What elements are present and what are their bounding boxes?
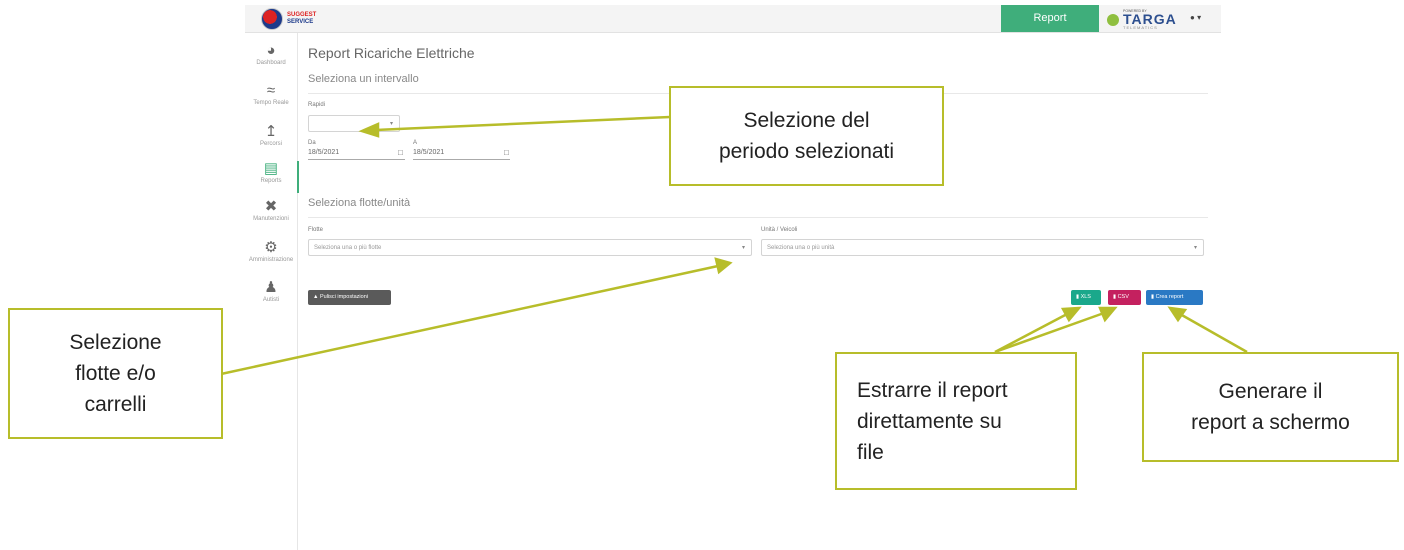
callout-period: Selezione del periodo selezionati	[669, 86, 944, 186]
arrowhead	[358, 122, 380, 138]
arrow-csv	[994, 311, 1105, 354]
callout-export: Estrarre il report direttamente su file	[835, 352, 1077, 490]
callout-fleets: Selezione flotte e/o carrelli	[8, 308, 223, 439]
arrow-create	[1179, 312, 1248, 354]
arrow-fleets	[220, 264, 719, 376]
arrowhead	[1060, 306, 1082, 323]
callout-generate: Generare il report a schermo	[1142, 352, 1399, 462]
arrowhead	[1098, 306, 1118, 323]
arrowhead	[714, 257, 733, 275]
arrow-xls	[994, 311, 1070, 354]
arrowhead	[1167, 306, 1188, 323]
arrow-period	[374, 115, 671, 132]
callout-arrows	[220, 115, 1248, 376]
